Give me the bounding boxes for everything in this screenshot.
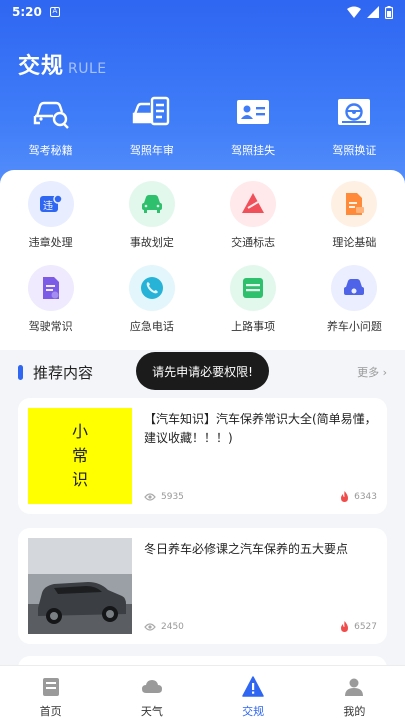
car-document-icon [132, 96, 170, 126]
phone-icon [128, 265, 175, 311]
top-action-exam-tips[interactable]: 驾考秘籍 [0, 94, 101, 158]
tab-home[interactable]: 首页 [0, 666, 101, 721]
wifi-icon [347, 6, 361, 18]
theory-doc-icon [331, 181, 378, 227]
car-care-icon [331, 265, 378, 311]
signal-icon [367, 6, 379, 18]
top-action-label: 驾照年审 [129, 144, 174, 157]
page-subtitle: RULE [68, 61, 107, 77]
view-count-value: 5935 [161, 492, 184, 502]
function-grid-card: 违 违章处理 事故划定 交通标志 理论基础 驾驶常识 应急电话 上路事项 养车小… [0, 170, 405, 350]
grid-item-label: 理论基础 [332, 236, 377, 249]
accident-car-icon [128, 181, 175, 227]
eye-icon [144, 493, 156, 501]
article-thumbnail: 小 常 识 [28, 408, 132, 504]
view-count: 5935 [144, 492, 184, 502]
tab-label: 我的 [343, 705, 366, 718]
tab-label: 首页 [39, 705, 62, 718]
thumbnail-text: 小 [71, 422, 88, 441]
section-accent-bar [18, 364, 23, 380]
thumbnail-text: 识 [71, 470, 88, 489]
tab-weather[interactable]: 天气 [101, 666, 202, 721]
article-card[interactable]: 小 常 识 【汽车知识】汽车保养常识大全(简单易懂，建议收藏！！！) 5935 … [18, 398, 387, 514]
car-photo [28, 538, 132, 634]
grid-item-label: 驾驶常识 [28, 320, 73, 333]
grid-item-label: 养车小问题 [326, 320, 382, 333]
toast-message: 请先申请必要权限! [136, 352, 269, 390]
flame-icon [341, 621, 349, 632]
section-title: 推荐内容 [33, 363, 94, 382]
top-action-label: 驾考秘籍 [28, 144, 73, 157]
top-action-label: 驾照挂失 [231, 144, 276, 157]
grid-item-violation[interactable]: 违 违章处理 [0, 181, 101, 265]
hot-count-value: 6343 [354, 491, 377, 502]
grid-item-label: 事故划定 [129, 236, 174, 249]
tab-label: 交规 [242, 705, 265, 718]
car-search-icon [33, 101, 69, 129]
tab-traffic-rules[interactable]: 交规 [203, 666, 304, 721]
bottom-tab-bar: 首页 天气 交规 我的 [0, 665, 405, 721]
grid-item-label: 违章处理 [28, 236, 73, 249]
grid-item-accident[interactable]: 事故划定 [101, 181, 202, 265]
thumbnail-text: 常 [71, 446, 88, 465]
sim-icon: A [49, 7, 60, 17]
grid-item-emergency-call[interactable]: 应急电话 [101, 265, 202, 349]
cloud-icon [141, 680, 162, 693]
battery-icon [385, 5, 393, 19]
home-icon [42, 678, 59, 696]
page-title-text: 交规 [18, 54, 65, 79]
page-title: 交规 RULE [18, 48, 107, 80]
hot-count: 6527 [340, 621, 377, 632]
top-action-annual-review[interactable]: 驾照年审 [101, 94, 202, 158]
more-link[interactable]: 更多 › [357, 364, 387, 380]
grid-item-label: 交通标志 [231, 236, 276, 249]
article-thumbnail [28, 538, 132, 634]
license-wheel-icon [338, 99, 371, 125]
hot-count-value: 6527 [354, 621, 377, 632]
driving-knowledge-icon [27, 265, 74, 311]
top-action-report-loss[interactable]: 驾照挂失 [203, 94, 304, 158]
article-title: 【汽车知识】汽车保养常识大全(简单易懂，建议收藏！！！) [144, 412, 377, 445]
tab-label: 天气 [140, 705, 163, 718]
grid-item-road-notes[interactable]: 上路事项 [203, 265, 304, 349]
flame-icon [341, 491, 349, 502]
grid-item-label: 应急电话 [129, 320, 174, 333]
view-count: 2450 [144, 622, 184, 632]
warning-icon [242, 676, 264, 697]
grid-item-car-care[interactable]: 养车小问题 [304, 265, 405, 349]
grid-item-label: 上路事项 [231, 320, 276, 333]
user-icon [345, 678, 364, 696]
article-card[interactable]: 冬日养车必修课之汽车保养的五大要点 2450 6527 [18, 528, 387, 644]
svg-text:违: 违 [43, 200, 53, 212]
grid-item-traffic-signs[interactable]: 交通标志 [203, 181, 304, 265]
hot-count: 6343 [340, 491, 377, 502]
view-count-value: 2450 [161, 622, 184, 632]
grid-item-theory[interactable]: 理论基础 [304, 181, 405, 265]
top-actions: 驾考秘籍 驾照年审 驾照挂失 驾照换证 [0, 94, 405, 158]
road-notes-icon [230, 265, 277, 311]
status-time: 5:20 [12, 5, 42, 19]
function-grid: 违 违章处理 事故划定 交通标志 理论基础 驾驶常识 应急电话 上路事项 养车小… [0, 170, 405, 349]
violation-icon: 违 [27, 181, 74, 227]
top-action-renew-license[interactable]: 驾照换证 [304, 94, 405, 158]
tab-mine[interactable]: 我的 [304, 666, 405, 721]
article-title: 冬日养车必修课之汽车保养的五大要点 [144, 542, 349, 556]
traffic-sign-icon [230, 181, 277, 227]
id-card-icon [237, 100, 270, 124]
top-action-label: 驾照换证 [332, 144, 377, 157]
eye-icon [144, 623, 156, 631]
grid-item-driving-knowledge[interactable]: 驾驶常识 [0, 265, 101, 349]
status-bar: 5:20 A [0, 0, 405, 24]
